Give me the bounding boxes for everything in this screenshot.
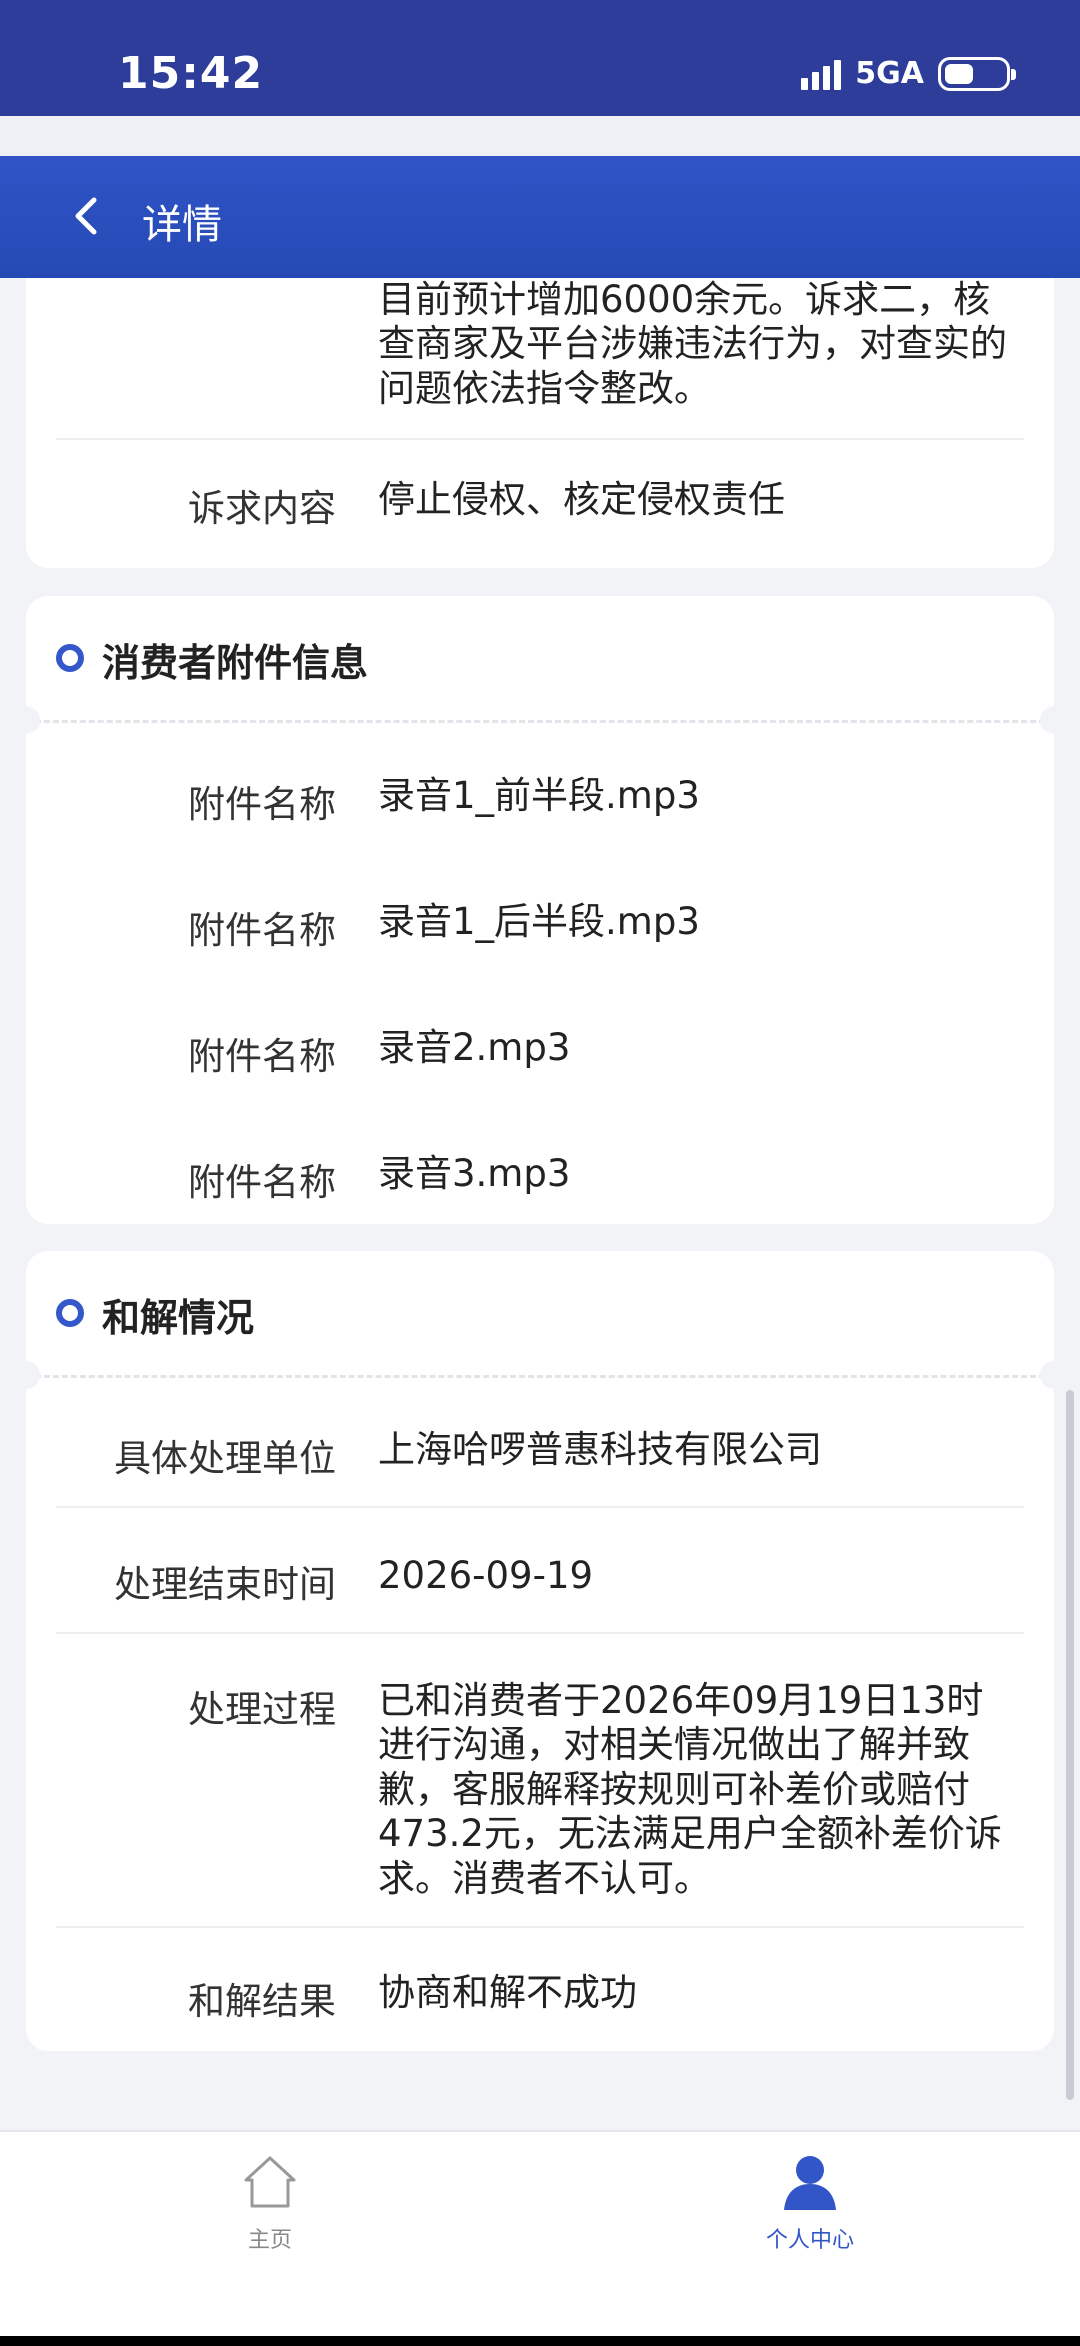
tab-profile[interactable]: 个人中心	[690, 2150, 930, 2254]
attachments-header: 消费者附件信息	[26, 596, 1054, 720]
attachment-file[interactable]: 录音3.mp3	[378, 1152, 1018, 1196]
divider	[56, 1506, 1024, 1508]
page-title: 详情	[142, 202, 222, 248]
tab-home-label: 主页	[247, 2228, 292, 2253]
unit-value: 上海哈啰普惠科技有限公司	[378, 1428, 822, 1471]
end-time-label: 处理结束时间	[114, 1563, 336, 1606]
attachment-file[interactable]: 录音2.mp3	[378, 1026, 1018, 1070]
attachment-file[interactable]: 录音1_前半段.mp3	[378, 774, 1018, 818]
attachments-title: 消费者附件信息	[102, 641, 369, 685]
settlement-title: 和解情况	[102, 1296, 255, 1340]
status-indicators: 5GA	[801, 56, 1016, 91]
settlement-header: 和解情况	[26, 1251, 1054, 1375]
home-indicator	[0, 2336, 1080, 2346]
unit-label: 具体处理单位	[114, 1437, 336, 1480]
detail-content[interactable]: 目前预计增加6000余元。诉求二，核查商家及平台涉嫌违法行为，对查实的问题依法指…	[0, 278, 1080, 2130]
process-label: 处理过程	[188, 1688, 336, 1731]
divider	[56, 1632, 1024, 1634]
user-icon	[784, 2156, 836, 2210]
tab-home[interactable]: 主页	[150, 2150, 390, 2254]
network-label: 5GA	[855, 56, 924, 91]
bottom-nav: 主页 个人中心	[0, 2130, 1080, 2346]
result-value: 协商和解不成功	[378, 1971, 637, 2014]
process-value: 已和消费者于2026年09月19日13时进行沟通，对相关情况做出了解并致歉，客服…	[378, 1679, 1002, 1900]
tab-profile-label: 个人中心	[765, 2228, 854, 2253]
dashed-divider	[26, 1375, 1054, 1378]
end-time-value: 2026-09-19	[378, 1554, 594, 1597]
card-notch-right	[1040, 1361, 1068, 1389]
appeal-value: 停止侵权、核定侵权责任	[378, 478, 785, 521]
attachment-label: 附件名称	[188, 1161, 336, 1204]
status-time: 15:42	[118, 48, 264, 99]
divider	[56, 438, 1024, 440]
claim-text: 目前预计增加6000余元。诉求二，核查商家及平台涉嫌违法行为，对查实的问题依法指…	[378, 278, 1007, 410]
card-notch-left	[12, 1361, 40, 1389]
nav-bar: 详情	[0, 156, 1080, 278]
header-gap	[0, 116, 1080, 156]
appeal-label: 诉求内容	[188, 487, 336, 530]
attachment-file[interactable]: 录音1_后半段.mp3	[378, 900, 1018, 944]
attachment-label: 附件名称	[188, 1035, 336, 1078]
settlement-card: 和解情况 具体处理单位 上海哈啰普惠科技有限公司 处理结束时间 2026-09-…	[12, 1251, 1068, 2051]
section-dot-icon	[56, 644, 84, 672]
attachment-label: 附件名称	[188, 909, 336, 952]
card-notch-right	[1040, 706, 1068, 734]
dashed-divider	[26, 720, 1054, 723]
complaint-card: 目前预计增加6000余元。诉求二，核查商家及平台涉嫌违法行为，对查实的问题依法指…	[26, 278, 1054, 568]
scrollbar[interactable]	[1066, 1390, 1074, 2100]
attachments-card: 消费者附件信息 附件名称 录音1_前半段.mp3 附件名称 录音1_后半段.mp…	[12, 596, 1068, 1224]
card-notch-left	[12, 706, 40, 734]
divider	[56, 1926, 1024, 1928]
battery-icon	[938, 56, 1016, 91]
back-arrow-icon[interactable]	[66, 194, 110, 238]
status-bar: 15:42 5GA	[0, 0, 1080, 116]
section-dot-icon	[56, 1299, 84, 1327]
attachment-label: 附件名称	[188, 783, 336, 826]
home-icon	[244, 2156, 296, 2208]
signal-icon	[801, 58, 842, 90]
result-label: 和解结果	[188, 1980, 336, 2023]
